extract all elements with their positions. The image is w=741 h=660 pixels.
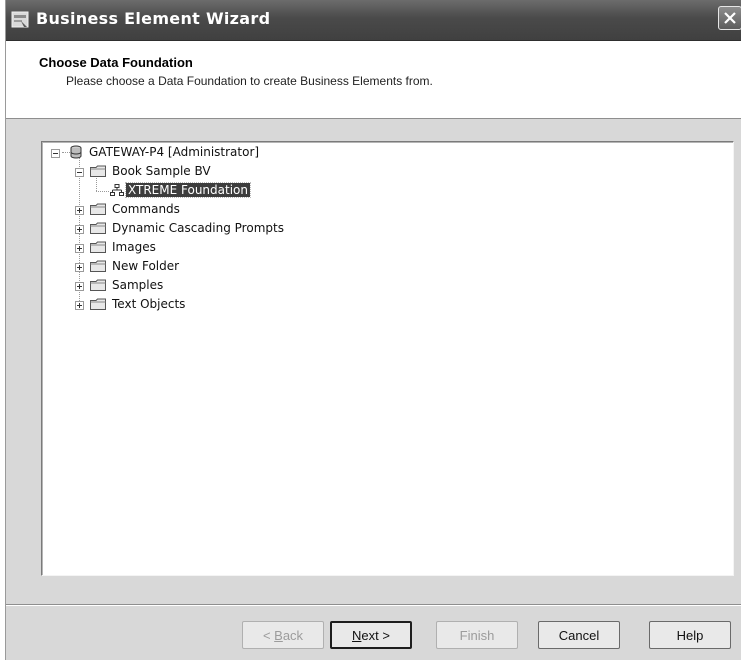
- tree-node-label: Text Objects: [112, 297, 186, 311]
- expand-toggle[interactable]: [75, 282, 84, 291]
- folder-icon: [90, 260, 106, 272]
- tree-node-label: Book Sample BV: [112, 164, 211, 178]
- close-icon: [724, 12, 736, 24]
- finish-button-label: Finish: [459, 627, 495, 643]
- tree-node-folder[interactable]: Samples: [42, 277, 342, 295]
- tree-node-data-foundation[interactable]: XTREME Foundation: [42, 182, 342, 200]
- cancel-button-label: Cancel: [558, 627, 600, 643]
- tree-node-folder[interactable]: Book Sample BV: [42, 163, 342, 181]
- collapse-toggle[interactable]: [51, 149, 60, 158]
- next-button-label: ext >: [361, 627, 390, 643]
- folder-icon: [90, 279, 106, 291]
- collapse-toggle[interactable]: [75, 168, 84, 177]
- tree-node-folder[interactable]: Text Objects: [42, 296, 342, 314]
- cancel-button[interactable]: Cancel: [538, 621, 620, 649]
- finish-button[interactable]: Finish: [436, 621, 518, 649]
- page-subtitle: Please choose a Data Foundation to creat…: [66, 74, 433, 88]
- tree-node-label: Images: [112, 240, 156, 254]
- tree-node-label-selected: XTREME Foundation: [125, 182, 251, 198]
- folder-icon: [90, 203, 106, 215]
- folder-icon: [90, 241, 106, 253]
- tree-node-label: Samples: [112, 278, 164, 292]
- back-button[interactable]: < Back: [242, 621, 324, 649]
- tree-node-server[interactable]: GATEWAY-P4 [Administrator]: [42, 144, 342, 162]
- back-button-accesskey: B: [274, 627, 283, 643]
- wizard-window: Business Element Wizard Choose Data Foun…: [5, 0, 741, 660]
- back-button-prefix: <: [262, 627, 275, 643]
- close-button[interactable]: [718, 6, 741, 30]
- tree-node-label: GATEWAY-P4 [Administrator]: [89, 145, 260, 159]
- repository-tree[interactable]: GATEWAY-P4 [Administrator] Book Sample B…: [41, 141, 734, 576]
- wizard-header: Choose Data Foundation Please choose a D…: [6, 41, 741, 119]
- tree-node-folder[interactable]: Images: [42, 239, 342, 257]
- help-button[interactable]: Help: [649, 621, 731, 649]
- next-button-accesskey: N: [352, 627, 362, 643]
- expand-toggle[interactable]: [75, 206, 84, 215]
- database-server-icon: [70, 145, 82, 159]
- page-title: Choose Data Foundation: [39, 55, 193, 70]
- folder-icon: [90, 298, 106, 310]
- wizard-window-icon: [11, 11, 29, 28]
- data-foundation-icon: [110, 184, 124, 196]
- tree-node-folder[interactable]: Commands: [42, 201, 342, 219]
- folder-icon: [90, 222, 106, 234]
- next-button[interactable]: Next >: [330, 621, 412, 649]
- folder-icon: [90, 165, 106, 177]
- tree-node-label: New Folder: [112, 259, 180, 273]
- tree-node-folder[interactable]: Dynamic Cascading Prompts: [42, 220, 342, 238]
- tree-node-label: Commands: [112, 202, 180, 216]
- tree-node-label: Dynamic Cascading Prompts: [112, 221, 284, 235]
- tree-node-folder[interactable]: New Folder: [42, 258, 342, 276]
- window-title: Business Element Wizard: [36, 9, 271, 28]
- title-bar[interactable]: Business Element Wizard: [6, 0, 741, 41]
- footer-divider: [6, 604, 741, 606]
- back-button-label: ack: [282, 627, 304, 643]
- expand-toggle[interactable]: [75, 263, 84, 272]
- expand-toggle[interactable]: [75, 244, 84, 253]
- expand-toggle[interactable]: [75, 301, 84, 310]
- help-button-label: Help: [676, 627, 704, 643]
- expand-toggle[interactable]: [75, 225, 84, 234]
